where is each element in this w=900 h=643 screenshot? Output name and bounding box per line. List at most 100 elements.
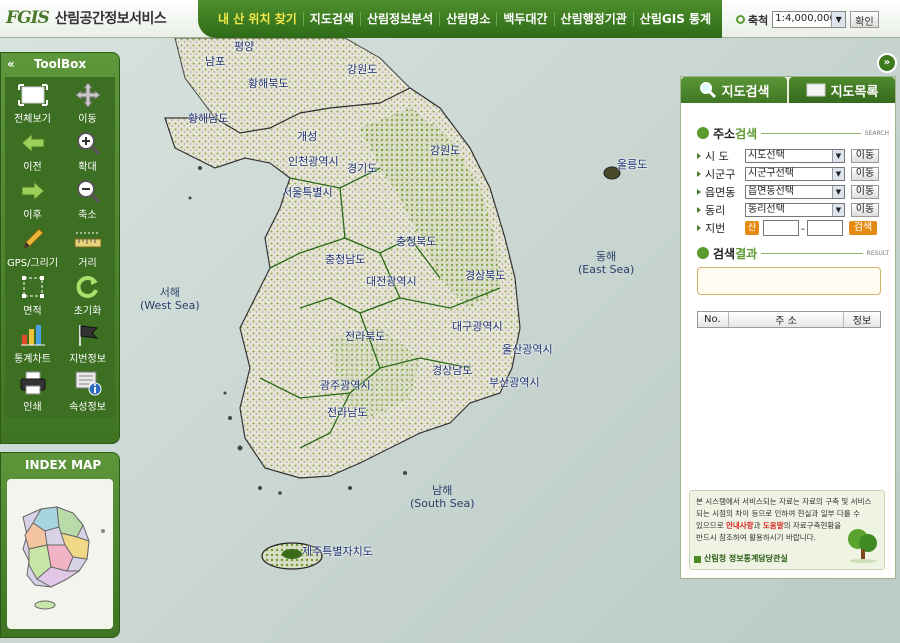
- dongri-move-button[interactable]: 이동: [851, 203, 879, 217]
- place-label: 평양: [234, 40, 255, 53]
- nav-my-mountain[interactable]: 내 산 위치 찾기: [212, 12, 303, 26]
- tool-back[interactable]: 이전: [5, 129, 60, 174]
- nav-baekdudaegan[interactable]: 백두대간: [496, 12, 553, 26]
- place-label: 개성: [297, 130, 318, 143]
- zoom-out-icon: [71, 177, 105, 205]
- contact-link[interactable]: 산림청 정보통계담당관실: [694, 553, 788, 565]
- tool-distance[interactable]: 거리: [60, 225, 115, 270]
- eupmyeondong-select[interactable]: 읍면동선택 ▼: [745, 185, 845, 199]
- place-label: 충청북도: [396, 235, 437, 248]
- full-extent-icon: [16, 81, 50, 109]
- magnifier-icon: [699, 82, 716, 99]
- nav-forest-agencies[interactable]: 산림행정기관: [553, 12, 633, 26]
- triangle-icon: [697, 207, 701, 213]
- address-form: 시 도 시도선택 ▼ 이동 시군구 시군구선택 ▼ 이동 읍면동 읍면동선택 ▼ 이동…: [681, 147, 895, 237]
- tool-reset[interactable]: 초기화: [60, 273, 115, 318]
- col-no: No.: [704, 314, 721, 325]
- nav-gis-stats[interactable]: 산림GIS 통계: [632, 12, 717, 26]
- sido-move-button[interactable]: 이동: [851, 149, 879, 163]
- tool-print[interactable]: 인쇄: [5, 369, 60, 414]
- top-header: FGIS 산림공간정보서비스 내 산 위치 찾기 지도검색 산림정보분석 산림명…: [0, 0, 900, 38]
- pan-icon: [71, 81, 105, 109]
- field-eupmyeondong: 읍면동 읍면동선택 ▼ 이동: [697, 183, 895, 201]
- sea-label-south: 남해 (South Sea): [410, 484, 475, 510]
- sea-label-west: 서해 (West Sea): [140, 286, 200, 312]
- tool-forward[interactable]: 이후: [5, 177, 60, 222]
- result-heading: 검색 결과 RESULT: [697, 245, 889, 261]
- logo[interactable]: FGIS 산림공간정보서비스: [6, 6, 167, 30]
- tool-gps-draw[interactable]: GPS/그리기: [5, 225, 60, 270]
- tool-lot-info[interactable]: 지번정보: [60, 321, 115, 366]
- ruler-icon: [71, 225, 105, 253]
- tab-map-search[interactable]: 지도검색: [681, 77, 787, 103]
- area-icon: [16, 273, 50, 301]
- search-panel: 지도검색 지도목록 주소 검색 SEARCH 시 도 시도선택 ▼ 이동 시군구 시…: [680, 76, 896, 579]
- info-icon: [71, 369, 105, 397]
- triangle-icon: [697, 225, 701, 231]
- collapse-icon[interactable]: «: [7, 57, 25, 71]
- toolbox-title: ToolBox: [33, 57, 87, 71]
- notice-link-guide[interactable]: 안내사항: [726, 521, 754, 530]
- refresh-icon: [71, 273, 105, 301]
- place-label: 남포: [205, 55, 226, 68]
- scale-select[interactable]: 1:4,000,000 ▼: [772, 11, 847, 28]
- place-label: 전라북도: [345, 330, 386, 343]
- sigungu-select[interactable]: 시군구선택 ▼: [745, 167, 845, 181]
- triangle-icon: [697, 153, 701, 159]
- toolbox-panel: « ToolBox 전체보기 이동 이전 확대 이후 축소 GPS/그리기 거리…: [0, 52, 120, 444]
- notice-link-help[interactable]: 도움말: [763, 521, 784, 530]
- dongri-select[interactable]: 동리선택 ▼: [745, 203, 845, 217]
- scale-confirm-button[interactable]: 확인: [850, 11, 879, 28]
- col-address: 주 소: [728, 312, 844, 327]
- chevron-down-icon: ▼: [832, 150, 844, 162]
- tool-stats-chart[interactable]: 통계차트: [5, 321, 60, 366]
- index-map-title: INDEX MAP: [25, 458, 102, 472]
- address-search-heading: 주소 검색 SEARCH: [697, 125, 889, 141]
- panel-tabs: 지도검색 지도목록: [681, 77, 895, 103]
- nav-forest-analysis[interactable]: 산림정보분석: [359, 12, 439, 26]
- nav-forest-spots[interactable]: 산림명소: [439, 12, 496, 26]
- jibun-main-input[interactable]: [763, 220, 799, 236]
- scale-control: 축척 1:4,000,000 ▼ 확인: [736, 11, 879, 28]
- place-label: 충청남도: [325, 253, 366, 266]
- sido-select[interactable]: 시도선택 ▼: [745, 149, 845, 163]
- sigungu-move-button[interactable]: 이동: [851, 167, 879, 181]
- nav-map-search[interactable]: 지도검색: [302, 12, 360, 26]
- result-message-box: [697, 267, 881, 295]
- forward-arrow-icon: [16, 177, 50, 205]
- tool-pan[interactable]: 이동: [60, 81, 115, 126]
- index-map-view[interactable]: [7, 479, 113, 629]
- place-label: 대전광역시: [366, 275, 417, 288]
- chevron-down-icon: ▼: [832, 168, 844, 180]
- tool-grid: 전체보기 이동 이전 확대 이후 축소 GPS/그리기 거리 면적 초기화 통계…: [5, 77, 115, 418]
- place-label: 경상북도: [465, 269, 506, 282]
- triangle-icon: [697, 171, 701, 177]
- back-arrow-icon: [16, 129, 50, 157]
- flag-icon: [71, 321, 105, 349]
- jibun-search-button[interactable]: 검색: [848, 221, 877, 235]
- tab-map-list[interactable]: 지도목록: [789, 77, 895, 103]
- place-label: 제주특별자치도: [302, 545, 373, 558]
- eupmyeondong-move-button[interactable]: 이동: [851, 185, 879, 199]
- scale-dot-icon: [736, 15, 745, 24]
- chevron-down-icon: ▼: [831, 12, 846, 27]
- tree-icon: [848, 529, 877, 563]
- tool-full-extent[interactable]: 전체보기: [5, 81, 60, 126]
- tool-zoom-out[interactable]: 축소: [60, 177, 115, 222]
- place-label: 울산광역시: [502, 343, 553, 356]
- place-label: 강원도: [430, 144, 461, 157]
- place-label: 대구광역시: [452, 320, 503, 333]
- jibun-sub-input[interactable]: [806, 220, 843, 236]
- field-sido: 시 도 시도선택 ▼ 이동: [697, 147, 895, 165]
- field-dongri: 동리 동리선택 ▼ 이동: [697, 201, 895, 219]
- triangle-icon: [697, 189, 701, 195]
- tool-zoom-in[interactable]: 확대: [60, 129, 115, 174]
- panel-toggle-button[interactable]: »: [877, 53, 897, 73]
- place-label: 황해북도: [248, 77, 289, 90]
- notice-box: 본 시스템에서 서비스되는 자료는 자료의 구축 및 서비스 되는 시점의 차이…: [689, 490, 885, 570]
- tool-attribute-info[interactable]: 속성정보: [60, 369, 115, 414]
- tool-area[interactable]: 면적: [5, 273, 60, 318]
- mountain-lot-toggle[interactable]: 산: [745, 221, 759, 235]
- chevron-down-icon: ▼: [832, 204, 844, 216]
- place-label: 부산광역시: [489, 376, 540, 389]
